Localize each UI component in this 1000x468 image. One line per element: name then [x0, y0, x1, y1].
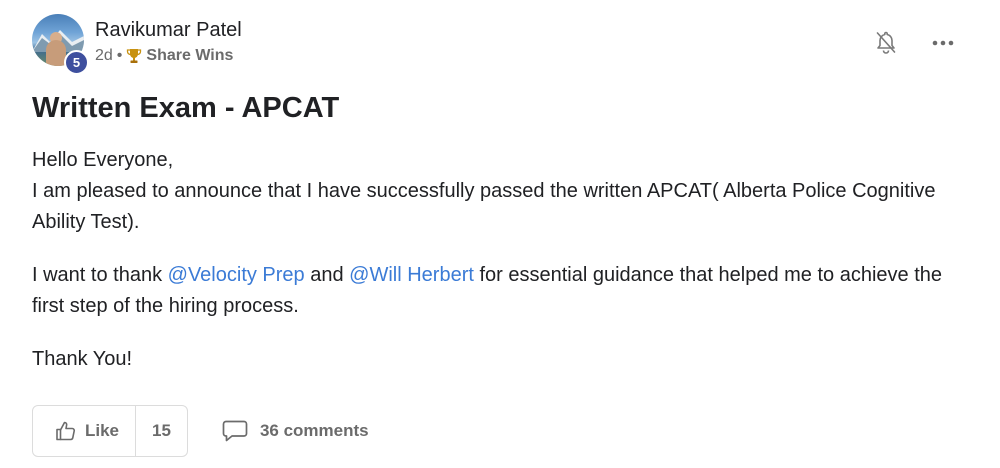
- bell-off-icon: [876, 31, 896, 54]
- like-button[interactable]: Like: [33, 406, 137, 456]
- post-announcement: I am pleased to announce that I have suc…: [32, 180, 936, 233]
- like-count[interactable]: 15: [136, 406, 187, 456]
- separator-dot: •: [116, 47, 123, 64]
- like-label: Like: [85, 421, 120, 440]
- post-time[interactable]: 2d: [95, 46, 113, 66]
- level-badge: 5: [64, 50, 89, 75]
- mention-velocity-prep[interactable]: @Velocity Prep: [168, 264, 305, 286]
- comment-bubble-icon: [222, 420, 248, 442]
- thumbs-up-icon: [56, 421, 76, 441]
- post-title: Written Exam - APCAT: [32, 92, 340, 124]
- avatar-container[interactable]: 5: [32, 14, 89, 75]
- post-header: 5 Ravikumar Patel 2d • Share Wins: [32, 14, 242, 75]
- mention-will-herbert[interactable]: @Will Herbert: [349, 264, 474, 286]
- post-meta: Ravikumar Patel 2d • Share Wins: [95, 18, 242, 66]
- post-body: Hello Everyone, I am pleased to announce…: [32, 145, 962, 397]
- post-actions-top: [874, 30, 954, 56]
- post-closing: Thank You!: [32, 348, 133, 370]
- thanks-prefix: I want to thank: [32, 264, 168, 286]
- post-footer: Like 15 36 comments: [32, 405, 369, 457]
- trophy-icon: [127, 49, 142, 63]
- comments-count-label: 36 comments: [259, 421, 369, 440]
- post-greeting: Hello Everyone,: [32, 149, 174, 171]
- avatar-person: [46, 40, 66, 66]
- comments-button[interactable]: 36 comments: [222, 419, 369, 443]
- author-name[interactable]: Ravikumar Patel: [95, 18, 242, 42]
- more-horizontal-icon: [932, 40, 954, 46]
- thanks-and: and: [304, 264, 350, 286]
- notification-toggle-button[interactable]: [874, 30, 898, 56]
- post-category[interactable]: Share Wins: [146, 46, 233, 66]
- more-options-button[interactable]: [932, 40, 954, 46]
- post-paragraph-1: Hello Everyone, I am pleased to announce…: [32, 145, 962, 238]
- like-group: Like 15: [32, 405, 188, 457]
- post-subline: 2d • Share Wins: [95, 46, 242, 66]
- post-paragraph-2: I want to thank @Velocity Prep and @Will…: [32, 260, 962, 322]
